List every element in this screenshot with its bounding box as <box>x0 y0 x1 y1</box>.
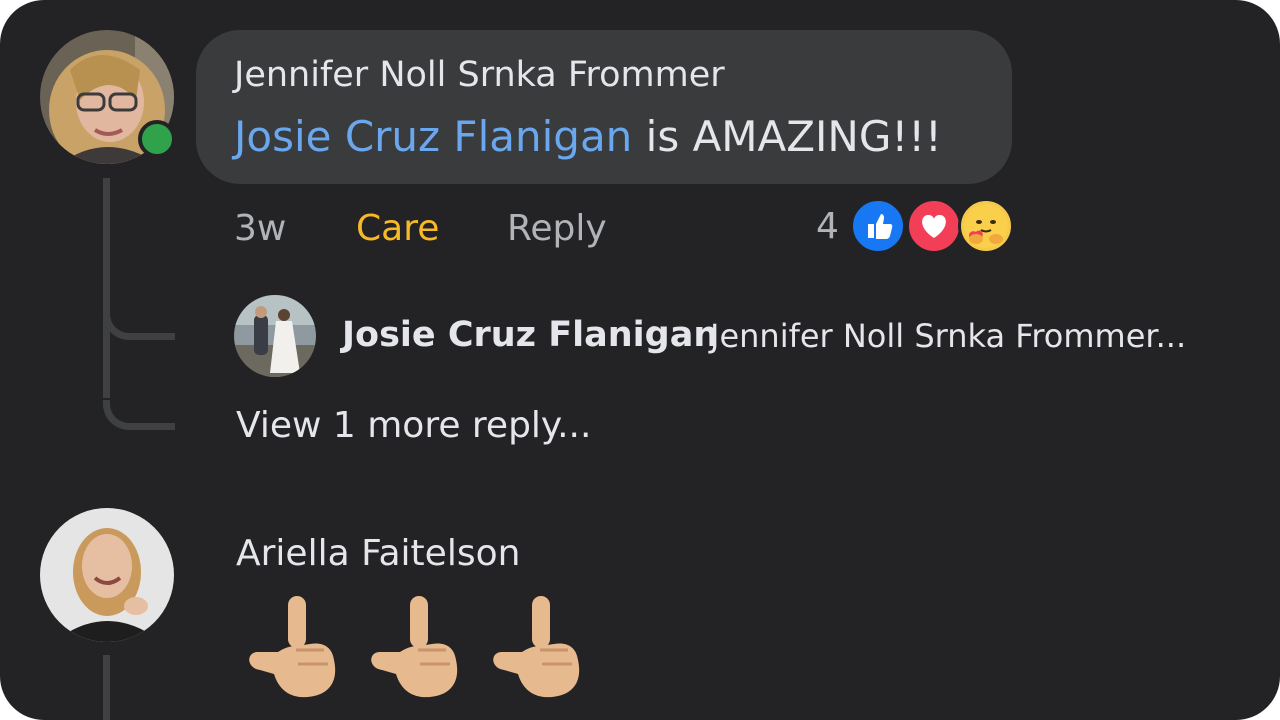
like-icon[interactable] <box>850 198 906 254</box>
comment-author[interactable]: Jennifer Noll Srnka Frommer <box>234 55 725 95</box>
mention-link[interactable]: Josie Cruz Flanigan <box>234 112 632 161</box>
comment-emoji-row <box>240 590 584 702</box>
comment-body: is AMAZING!!! <box>632 112 942 161</box>
point-down-icon <box>484 590 584 702</box>
comment-author-2[interactable]: Ariella Faitelson <box>236 533 520 574</box>
comment-text: Josie Cruz Flanigan is AMAZING!!! <box>234 112 942 161</box>
reaction-count[interactable]: 4 <box>816 206 839 247</box>
avatar-2[interactable] <box>40 508 174 642</box>
reply-author[interactable]: Josie Cruz Flanigan <box>342 315 718 355</box>
comment-timestamp[interactable]: 3w <box>234 208 286 249</box>
thread-line <box>103 178 110 398</box>
view-more-replies-link[interactable]: View 1 more reply... <box>236 405 591 446</box>
comments-panel: Jennifer Noll Srnka Frommer Josie Cruz F… <box>0 0 1280 720</box>
reply-snippet[interactable]: Jennifer Noll Srnka Frommer... <box>710 317 1186 355</box>
thread-branch-view-more <box>103 400 175 430</box>
point-down-icon <box>240 590 340 702</box>
reply-button[interactable]: Reply <box>507 208 607 249</box>
point-down-icon <box>362 590 462 702</box>
love-icon[interactable] <box>906 198 962 254</box>
thread-branch-reply <box>103 310 175 340</box>
reply-avatar[interactable] <box>234 295 316 377</box>
online-status-icon <box>138 120 176 158</box>
thread-line-2 <box>103 655 110 720</box>
care-icon[interactable] <box>958 198 1014 254</box>
care-reaction-button[interactable]: Care <box>356 208 439 249</box>
